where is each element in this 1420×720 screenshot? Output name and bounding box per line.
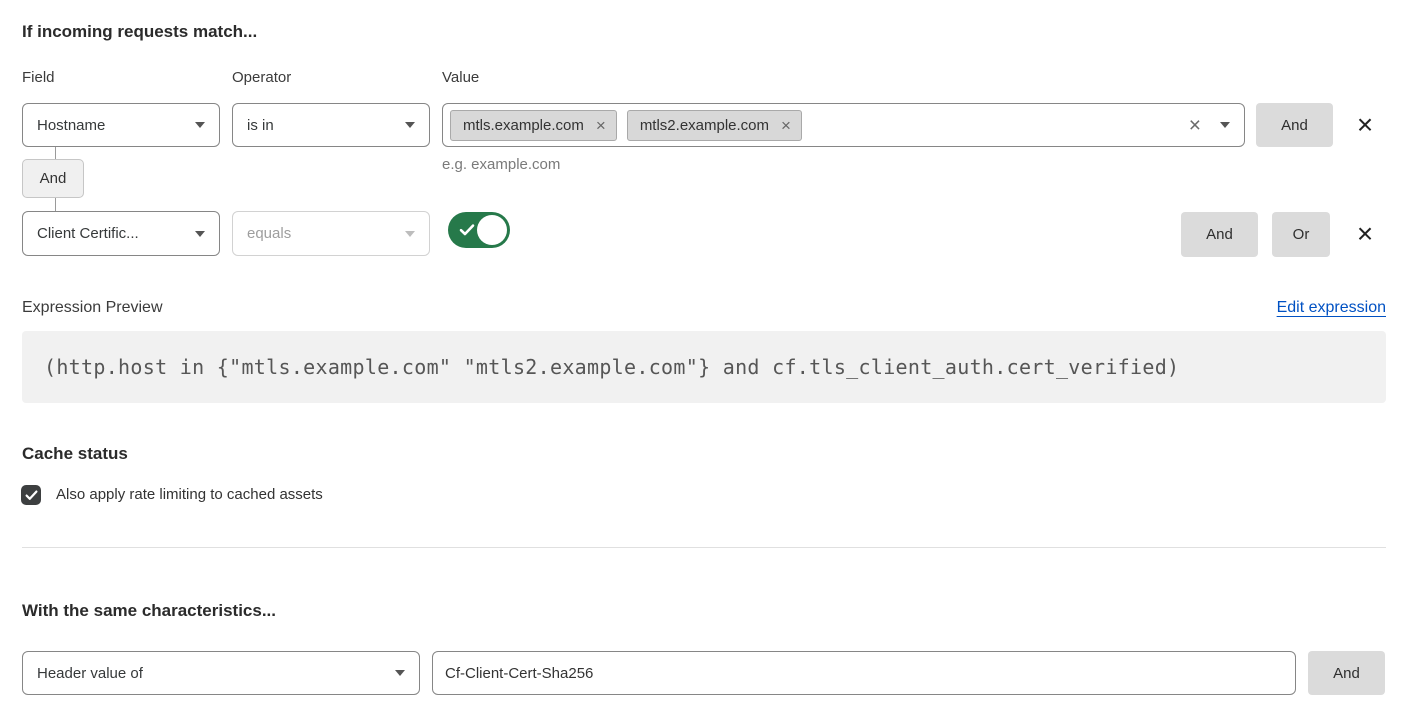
check-icon	[25, 490, 38, 501]
value-multiselect-row1[interactable]: mtls.example.com × mtls2.example.com × ×	[442, 103, 1245, 147]
value-tag-list: mtls.example.com × mtls2.example.com ×	[450, 110, 1189, 141]
connector-line-top	[55, 147, 56, 159]
cache-section-title: Cache status	[22, 444, 128, 464]
add-and-condition-button-row2[interactable]: And	[1181, 212, 1258, 257]
rate-limit-rule-editor: If incoming requests match... Field Oper…	[0, 0, 1420, 720]
delete-row2-icon[interactable]: ×	[1348, 217, 1382, 251]
field-column-label: Field	[22, 69, 55, 86]
value-helper-text: e.g. example.com	[442, 156, 560, 173]
value-tag-text: mtls2.example.com	[640, 117, 769, 134]
delete-row1-icon[interactable]: ×	[1348, 108, 1382, 142]
expression-code: (http.host in {"mtls.example.com" "mtls2…	[22, 331, 1386, 403]
cached-assets-checkbox[interactable]	[21, 485, 41, 505]
chevron-down-icon	[1220, 122, 1230, 128]
value-column-label: Value	[442, 69, 479, 86]
match-section-title: If incoming requests match...	[22, 22, 257, 42]
chevron-down-icon	[195, 231, 205, 237]
field-select-row2[interactable]: Client Certific...	[22, 211, 220, 256]
remove-tag-icon[interactable]: ×	[596, 117, 606, 134]
chevron-down-icon	[195, 122, 205, 128]
toggle-knob	[477, 215, 507, 245]
field-select-row1-value: Hostname	[37, 117, 195, 134]
operator-select-row1[interactable]: is in	[232, 103, 430, 147]
chevron-down-icon	[395, 670, 405, 676]
section-divider	[22, 547, 1386, 548]
connector-line-bottom	[55, 198, 56, 211]
add-and-condition-button-row1[interactable]: And	[1256, 103, 1333, 147]
clear-values-icon[interactable]: ×	[1189, 115, 1201, 136]
chevron-down-icon	[405, 231, 415, 237]
value-tag: mtls2.example.com ×	[627, 110, 802, 141]
operator-select-row2: equals	[232, 211, 430, 256]
characteristic-header-input[interactable]	[432, 651, 1296, 695]
characteristic-select-value: Header value of	[37, 665, 395, 682]
value-tag: mtls.example.com ×	[450, 110, 617, 141]
field-select-row1[interactable]: Hostname	[22, 103, 220, 147]
check-icon	[459, 223, 475, 237]
operator-select-row2-value: equals	[247, 225, 405, 242]
remove-tag-icon[interactable]: ×	[781, 117, 791, 134]
expression-preview-label: Expression Preview	[22, 299, 163, 317]
row-connector-and-button[interactable]: And	[22, 159, 84, 198]
characteristic-select[interactable]: Header value of	[22, 651, 420, 695]
chevron-down-icon	[405, 122, 415, 128]
add-characteristic-and-button[interactable]: And	[1308, 651, 1385, 695]
add-or-condition-button-row2[interactable]: Or	[1272, 212, 1330, 257]
operator-column-label: Operator	[232, 69, 291, 86]
value-tag-text: mtls.example.com	[463, 117, 584, 134]
cert-verified-toggle[interactable]	[448, 212, 510, 248]
operator-select-row1-value: is in	[247, 117, 405, 134]
characteristics-section-title: With the same characteristics...	[22, 601, 276, 621]
cached-assets-checkbox-label: Also apply rate limiting to cached asset…	[56, 486, 323, 503]
field-select-row2-value: Client Certific...	[37, 225, 195, 242]
edit-expression-link[interactable]: Edit expression	[1277, 299, 1386, 317]
